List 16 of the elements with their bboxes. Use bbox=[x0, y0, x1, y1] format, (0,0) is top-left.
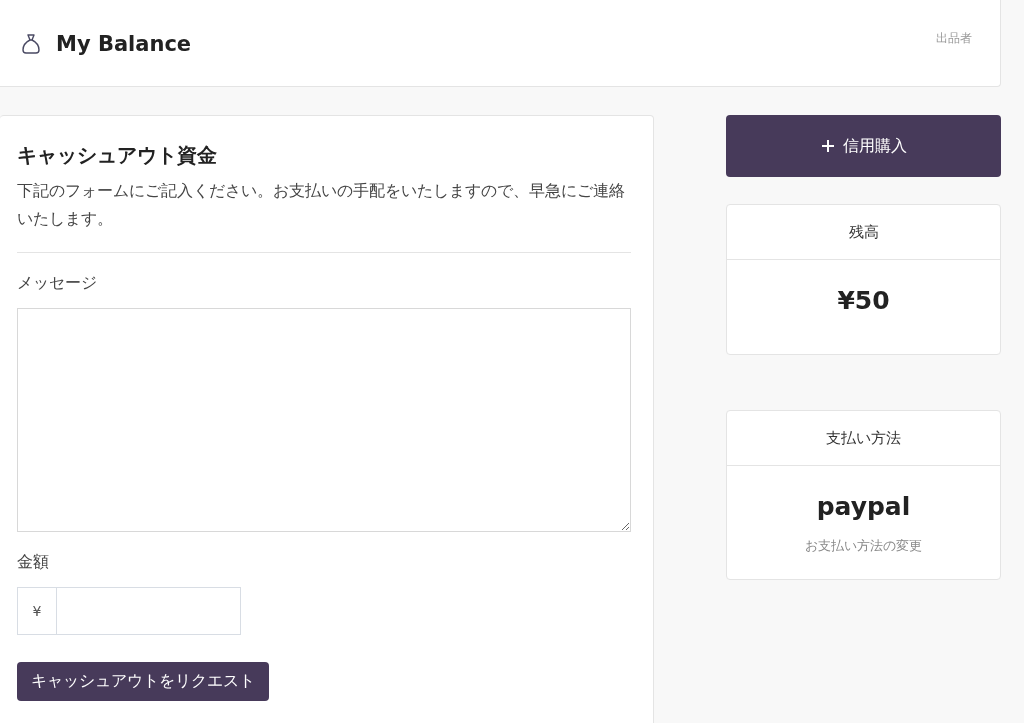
card-title: 支払い方法 bbox=[727, 411, 1000, 466]
plus-icon bbox=[820, 139, 835, 153]
payment-method: paypal bbox=[816, 492, 911, 521]
balance-value: ¥50 bbox=[837, 286, 890, 315]
request-cashout-button[interactable]: キャッシュアウトをリクエスト bbox=[17, 662, 269, 701]
buy-credit-button[interactable]: 信用購入 bbox=[726, 115, 1001, 177]
change-payment-link[interactable]: お支払い方法の変更 bbox=[805, 537, 922, 555]
page-title: My Balance bbox=[56, 32, 192, 56]
message-field[interactable] bbox=[17, 308, 631, 532]
card-title: 残高 bbox=[727, 205, 1000, 260]
field-label: メッセージ bbox=[17, 273, 98, 294]
card-title: キャッシュアウト資金 bbox=[17, 142, 218, 169]
user-role: 出品者 bbox=[936, 30, 972, 47]
money-bag-icon bbox=[20, 33, 42, 55]
description: 下記のフォームにご記入ください。お支払いの手配をいたしますので、早急にご連絡いたします。 bbox=[17, 180, 626, 230]
field-label: 金額 bbox=[17, 552, 50, 573]
